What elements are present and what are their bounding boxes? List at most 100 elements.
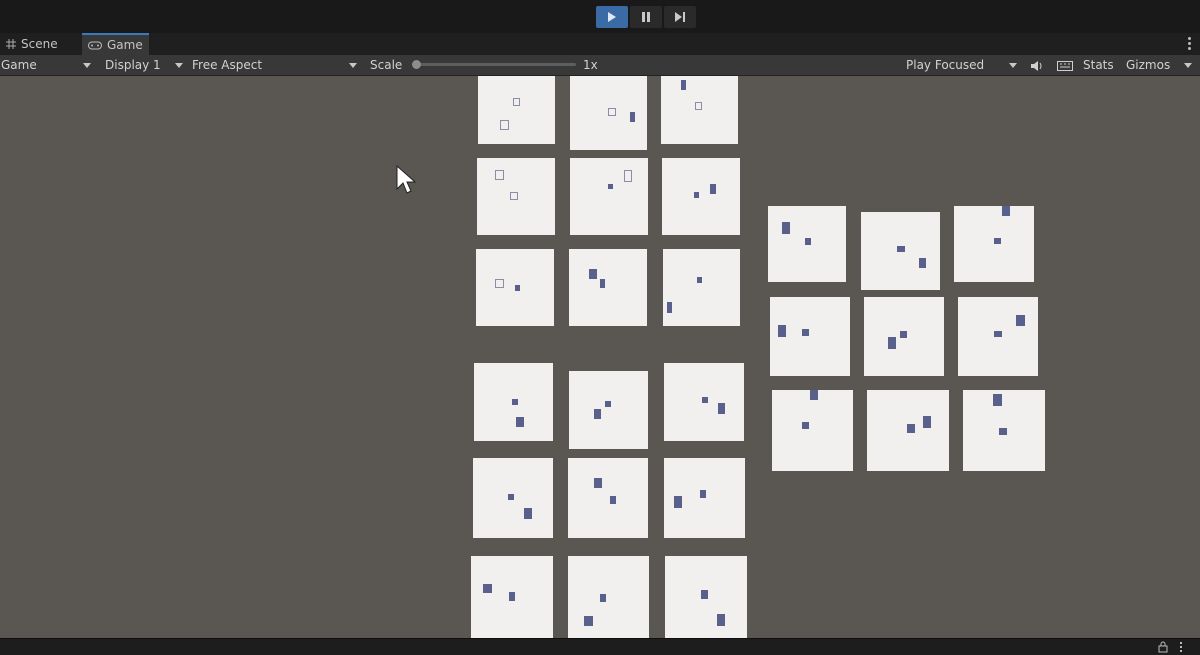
tile-panel xyxy=(569,371,648,449)
stats-button[interactable]: Stats xyxy=(1083,55,1114,75)
tile-panel xyxy=(867,390,949,471)
tile-glyph xyxy=(900,331,907,338)
tile-glyph xyxy=(999,428,1007,435)
tile-panel xyxy=(954,206,1034,282)
tile-panel xyxy=(665,556,747,638)
tile-glyph xyxy=(674,496,682,508)
tile-panel xyxy=(473,458,553,538)
tile-glyph xyxy=(624,170,632,182)
tile-glyph xyxy=(509,592,515,601)
tile-glyph xyxy=(717,614,725,626)
display-select[interactable]: Display 1 xyxy=(105,55,161,75)
play-mode-select[interactable]: Play Focused xyxy=(906,55,984,75)
tile-glyph xyxy=(1016,315,1025,326)
tile-glyph xyxy=(584,616,593,626)
play-button[interactable] xyxy=(596,6,628,28)
tile-glyph xyxy=(897,246,905,252)
grid-icon xyxy=(6,39,16,49)
tile-panel xyxy=(662,158,740,235)
tile-glyph xyxy=(495,279,504,288)
tile-glyph xyxy=(608,184,613,189)
step-button[interactable] xyxy=(664,6,696,28)
tile-glyph xyxy=(594,409,601,419)
tile-panel xyxy=(471,556,553,638)
tile-panel xyxy=(768,206,846,282)
tile-glyph xyxy=(605,401,611,407)
lock-icon[interactable] xyxy=(1158,641,1168,653)
tile-glyph xyxy=(594,478,602,488)
scale-value: 1x xyxy=(583,58,598,72)
tile-glyph xyxy=(516,417,524,427)
tile-glyph xyxy=(802,329,809,336)
tile-glyph xyxy=(700,490,706,498)
tile-panel xyxy=(570,158,648,235)
gizmos-button[interactable]: Gizmos xyxy=(1126,55,1170,75)
tile-glyph xyxy=(681,80,686,90)
tile-glyph xyxy=(907,424,915,433)
more-options-icon[interactable] xyxy=(1188,37,1192,52)
game-viewport[interactable] xyxy=(0,76,1200,638)
tile-glyph xyxy=(994,238,1001,244)
play-controls xyxy=(596,6,698,28)
tile-panel xyxy=(664,363,744,441)
tile-glyph xyxy=(702,397,708,403)
tile-panel xyxy=(770,297,850,376)
tile-panel xyxy=(476,249,554,326)
tile-glyph xyxy=(778,325,786,337)
tile-panel xyxy=(568,556,649,638)
tile-panel xyxy=(568,458,648,538)
tile-glyph xyxy=(512,399,518,405)
tile-glyph xyxy=(630,112,635,122)
tile-glyph xyxy=(802,422,809,429)
tile-glyph xyxy=(694,192,699,198)
tile-glyph xyxy=(610,496,616,504)
tile-panel xyxy=(772,390,853,471)
tab-scene-label: Scene xyxy=(21,37,58,51)
tile-panel xyxy=(477,158,555,235)
game-toolbar: Game Display 1 Free Aspect Scale 1x Play… xyxy=(0,55,1200,76)
chevron-down-icon xyxy=(1184,63,1192,68)
chevron-down-icon xyxy=(175,63,183,68)
tab-game[interactable]: Game xyxy=(82,33,149,55)
tile-glyph xyxy=(508,494,514,500)
tile-glyph xyxy=(923,416,931,428)
tile-panel xyxy=(569,249,647,326)
chevron-down-icon xyxy=(1009,63,1017,68)
tab-scene[interactable]: Scene xyxy=(0,33,64,55)
tile-panel xyxy=(664,458,745,538)
tile-glyph xyxy=(888,337,896,349)
play-icon xyxy=(608,12,616,22)
keyboard-icon[interactable] xyxy=(1057,58,1073,78)
speaker-icon[interactable] xyxy=(1030,58,1044,78)
tab-bar: Scene Game xyxy=(0,33,1200,56)
tile-panel xyxy=(864,297,944,376)
more-options-icon[interactable] xyxy=(1180,642,1182,652)
scale-label: Scale xyxy=(370,58,403,72)
view-select[interactable]: Game xyxy=(1,55,37,75)
tile-panel xyxy=(663,249,740,326)
tile-glyph xyxy=(608,108,616,116)
tile-glyph xyxy=(500,120,509,130)
aspect-select[interactable]: Free Aspect xyxy=(192,55,262,75)
tile-panel xyxy=(861,212,940,290)
tile-glyph xyxy=(495,170,504,180)
tile-panel xyxy=(474,363,553,441)
tile-glyph xyxy=(510,192,518,200)
scale-slider-handle[interactable] xyxy=(412,60,421,69)
pause-icon xyxy=(642,12,650,22)
pause-button[interactable] xyxy=(630,6,662,28)
tile-panel xyxy=(478,76,555,144)
tile-glyph xyxy=(1002,206,1010,216)
tile-glyph xyxy=(710,184,716,194)
tile-glyph xyxy=(667,302,672,313)
tile-glyph xyxy=(600,279,605,288)
scale-slider[interactable] xyxy=(416,63,576,66)
tile-glyph xyxy=(483,584,492,593)
tile-glyph xyxy=(515,285,520,291)
mouse-cursor-icon xyxy=(396,165,417,194)
tab-game-label: Game xyxy=(107,38,143,52)
tile-glyph xyxy=(810,390,818,400)
tile-glyph xyxy=(697,277,702,283)
tile-glyph xyxy=(589,269,597,279)
tile-glyph xyxy=(805,238,811,245)
